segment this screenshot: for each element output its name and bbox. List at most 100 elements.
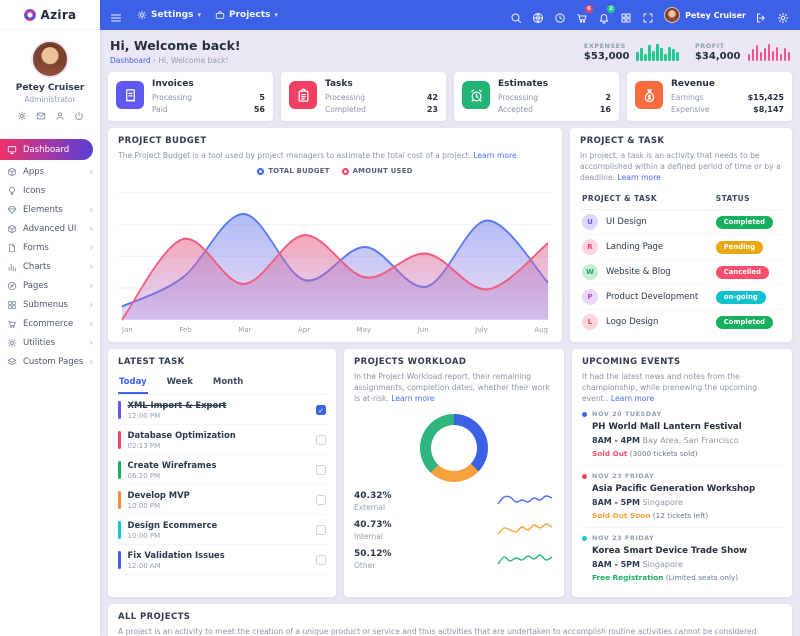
cube-icon	[7, 224, 17, 234]
tab-today[interactable]: Today	[118, 374, 148, 394]
event-item[interactable]: NOV 20 TUESDAYPH World Mall Lantern Fest…	[582, 404, 782, 466]
apps-grid-icon[interactable]	[620, 9, 633, 22]
nav-settings-label: Settings	[151, 10, 193, 20]
legend-item[interactable]: AMOUNT USED	[342, 167, 413, 175]
event-dot	[582, 474, 587, 479]
table-row[interactable]: PProduct Developmenton-going	[580, 285, 782, 310]
user-icon[interactable]	[55, 111, 65, 121]
gear-icon[interactable]	[17, 111, 27, 121]
gear-icon	[137, 10, 147, 20]
power-icon[interactable]	[74, 111, 84, 121]
legend-item[interactable]: TOTAL BUDGET	[257, 167, 329, 175]
task-item[interactable]: Design Ecommerce10:00 PM	[118, 515, 326, 545]
sidebar-item-dashboard[interactable]: Dashboard	[0, 139, 93, 160]
project-name: Landing Page	[606, 242, 663, 252]
sidebar-item-charts[interactable]: Charts›	[0, 257, 100, 276]
history-icon[interactable]	[554, 9, 567, 22]
sidebar-item-apps[interactable]: Apps›	[0, 162, 100, 181]
logout-icon[interactable]	[755, 9, 768, 22]
sidebar-item-pages[interactable]: Pages›	[0, 276, 100, 295]
task-checkbox[interactable]: ✓	[316, 405, 326, 415]
sidebar-item-advanced-ui[interactable]: Advanced UI›	[0, 219, 100, 238]
task-item[interactable]: Database Optimization02:13 PM	[118, 425, 326, 455]
event-date: NOV 23 FRIDAY	[592, 472, 654, 480]
grid-icon	[7, 300, 17, 310]
brand-name: Azira	[41, 8, 77, 22]
sidebar-item-submenus[interactable]: Submenus›	[0, 295, 100, 314]
fullscreen-icon[interactable]	[642, 9, 655, 22]
learn-more-link[interactable]: Learn more	[473, 151, 516, 160]
task-item[interactable]: Fix Validation Issues12:00 AM	[118, 545, 326, 575]
stat-card-estimates[interactable]: EstimatesProcessing2Accepted16	[454, 72, 619, 121]
top-navbar: Settings ▾ Projects ▾ 6 2 P	[100, 0, 800, 30]
task-color-bar	[118, 401, 121, 419]
expenses-label: EXPENSES	[584, 42, 630, 50]
user-menu[interactable]: Petey Cruiser	[664, 7, 746, 23]
table-row[interactable]: LLogo DesignCompleted	[580, 310, 782, 335]
nav-projects-menu[interactable]: Projects ▾	[215, 10, 278, 20]
settings-gear-icon[interactable]	[777, 9, 790, 22]
brand[interactable]: Azira	[0, 0, 100, 30]
event-tag-note: (3000 tickets sold)	[630, 449, 698, 458]
sidebar-item-custom-pages[interactable]: Custom Pages›	[0, 352, 100, 371]
task-name: Fix Validation Issues	[128, 550, 225, 560]
task-checkbox[interactable]	[316, 495, 326, 505]
task-item[interactable]: Develop MVP10:00 PM	[118, 485, 326, 515]
workload-stat: 50.12%Other	[354, 548, 554, 570]
table-row[interactable]: WWebsite & BlogCancelled	[580, 260, 782, 285]
hamburger-menu-icon[interactable]	[110, 9, 123, 22]
learn-more-link[interactable]: Learn more	[618, 173, 661, 182]
learn-more-link[interactable]: Learn more	[611, 394, 654, 403]
x-axis-tick: Mar	[238, 326, 251, 334]
task-item[interactable]: Create Wireframes06:20 PM	[118, 455, 326, 485]
sidebar-item-forms[interactable]: Forms›	[0, 238, 100, 257]
breadcrumb-current: Hi, Welcome back!	[158, 56, 228, 65]
stat-row-label: Expensive	[671, 105, 709, 114]
sidebar-item-label: Custom Pages	[23, 357, 83, 367]
upcoming-events-title: UPCOMING EVENTS	[582, 357, 782, 367]
workload-stat: 40.73%Internal	[354, 519, 554, 541]
alarm-icon	[469, 88, 484, 103]
stat-tile	[116, 81, 144, 109]
task-checkbox[interactable]	[316, 525, 326, 535]
table-row[interactable]: RLanding PagePending	[580, 235, 782, 260]
cart-icon[interactable]: 6	[576, 9, 589, 22]
sidebar-item-ecommerce[interactable]: Ecommerce›	[0, 314, 100, 333]
sparkline-chart	[496, 519, 554, 541]
task-checkbox[interactable]	[316, 465, 326, 475]
sidebar-item-icons[interactable]: Icons	[0, 181, 100, 200]
notifications-bell-icon[interactable]: 2	[598, 9, 611, 22]
legend-label: AMOUNT USED	[353, 167, 413, 175]
avatar	[664, 7, 680, 23]
sidebar-menu: Dashboard Apps›IconsElements›Advanced UI›…	[0, 139, 100, 371]
task-checkbox[interactable]	[316, 435, 326, 445]
search-icon[interactable]	[510, 9, 523, 22]
task-checkbox[interactable]	[316, 555, 326, 565]
sidebar-item-label: Elements	[23, 205, 63, 215]
nav-settings-menu[interactable]: Settings ▾	[137, 10, 201, 20]
mail-icon[interactable]	[36, 111, 46, 121]
sidebar-item-utilities[interactable]: Utilities›	[0, 333, 100, 352]
task-color-bar	[118, 491, 121, 509]
tab-month[interactable]: Month	[212, 374, 244, 394]
column-header: PROJECT & TASK	[580, 189, 714, 210]
event-item[interactable]: NOV 23 FRIDAYKorea Smart Device Trade Sh…	[582, 528, 782, 589]
language-globe-icon[interactable]	[532, 9, 545, 22]
stat-card-invoices[interactable]: InvoicesProcessing5Paid56	[108, 72, 273, 121]
breadcrumb-home[interactable]: Dashboard	[110, 56, 151, 65]
breadcrumb-separator: ›	[153, 56, 156, 65]
stat-row-label: Completed	[325, 105, 366, 114]
tab-week[interactable]: Week	[166, 374, 194, 394]
stat-card-tasks[interactable]: TasksProcessing42Completed23	[281, 72, 446, 121]
task-color-bar	[118, 551, 121, 569]
stat-row-label: Processing	[152, 93, 192, 102]
learn-more-link[interactable]: Learn more	[391, 394, 434, 403]
stat-card-revenue[interactable]: RevenueEarnings$15,425Expensive$8,147	[627, 72, 792, 121]
task-item[interactable]: XML Import & Export12:00 PM✓	[118, 395, 326, 425]
avatar[interactable]	[31, 40, 69, 78]
event-item[interactable]: NOV 23 FRIDAYAsia Pacific Generation Wor…	[582, 466, 782, 528]
sidebar-item-elements[interactable]: Elements›	[0, 200, 100, 219]
stat-tile	[635, 81, 663, 109]
table-row[interactable]: UUI DesignCompleted	[580, 210, 782, 235]
events-list: NOV 20 TUESDAYPH World Mall Lantern Fest…	[582, 404, 782, 589]
